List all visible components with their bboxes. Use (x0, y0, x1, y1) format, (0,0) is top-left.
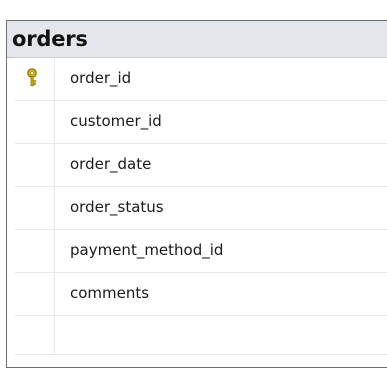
column-row-order-status[interactable]: order_status (15, 187, 387, 230)
key-icon (27, 68, 37, 87)
orders-table[interactable]: orders order_id customer_id order_date o… (6, 20, 387, 368)
row-selector[interactable] (15, 101, 55, 143)
table-title: orders (12, 27, 88, 51)
row-selector[interactable] (15, 187, 55, 229)
row-selector[interactable] (15, 58, 55, 100)
column-name: order_status (70, 198, 164, 216)
column-row-payment-method-id[interactable]: payment_method_id (15, 230, 387, 273)
column-name: order_date (70, 155, 152, 173)
row-selector[interactable] (15, 316, 55, 354)
table-title-bar[interactable]: orders (7, 21, 387, 58)
column-row-comments[interactable]: comments (15, 273, 387, 316)
column-name: customer_id (70, 112, 162, 130)
row-selector[interactable] (15, 144, 55, 186)
column-name: comments (70, 284, 150, 302)
row-selector[interactable] (15, 230, 55, 272)
column-name: payment_method_id (70, 241, 224, 259)
column-row-order-date[interactable]: order_date (15, 144, 387, 187)
column-name: order_id (70, 69, 132, 87)
column-row-order-id[interactable]: order_id (15, 58, 387, 101)
empty-column-row[interactable] (15, 316, 387, 355)
column-row-customer-id[interactable]: customer_id (15, 101, 387, 144)
row-selector[interactable] (15, 273, 55, 315)
column-list: order_id customer_id order_date order_st… (15, 57, 387, 360)
